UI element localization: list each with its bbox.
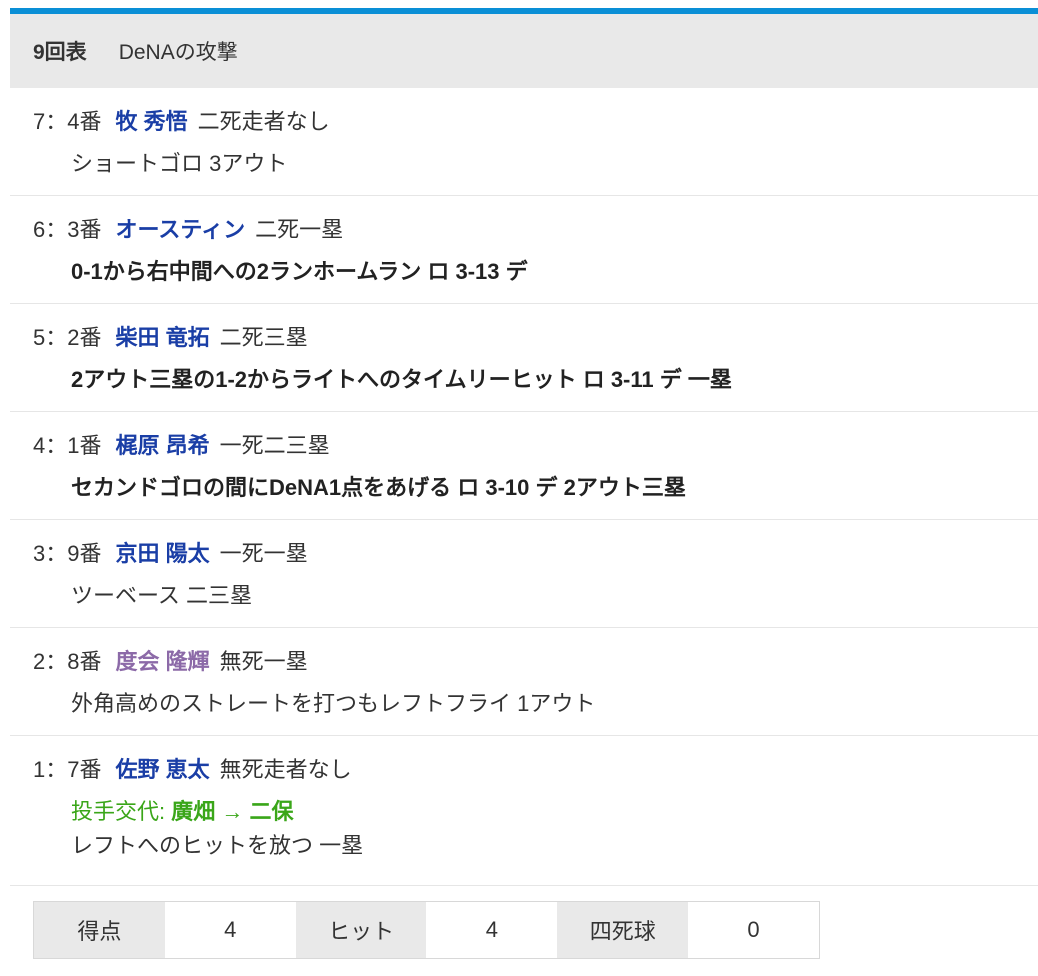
runner-situation: 二死一塁	[255, 217, 344, 242]
runs-value: 4	[164, 902, 296, 958]
player-link[interactable]: 京田 陽太	[115, 541, 209, 566]
inning-label: 9回表	[33, 41, 87, 64]
player-link[interactable]: 佐野 恵太	[115, 757, 209, 782]
batter-order: 5：2番	[33, 325, 102, 350]
player-link[interactable]: 梶原 昂希	[115, 433, 209, 458]
runner-situation: 無死走者なし	[219, 757, 352, 782]
runs-label: 得点	[34, 902, 165, 958]
play-result: レフトへのヒットを放つ 一塁	[71, 833, 364, 858]
play-item: 4：1番 梶原 昂希 一死二三塁 セカンドゴロの間にDeNA1点をあげる ロ 3-1…	[10, 412, 1038, 520]
play-result: 0-1から右中間への2ランホームラン ロ 3-13 デ	[71, 259, 528, 284]
pitcher-change-note: 投手交代: 廣畑 → 二保	[71, 797, 293, 827]
hits-value: 4	[426, 902, 558, 958]
play-result: 外角高めのストレートを打つもレフトフライ 1アウト	[71, 691, 596, 716]
play-result: セカンドゴロの間にDeNA1点をあげる ロ 3-10 デ 2アウト三塁	[71, 475, 686, 500]
batter-order: 4：1番	[33, 433, 102, 458]
player-link[interactable]: 牧 秀悟	[115, 109, 187, 134]
play-result: 2アウト三塁の1-2からライトへのタイムリーヒット ロ 3-11 デ 一塁	[71, 367, 732, 392]
runner-situation: 一死二三塁	[219, 433, 330, 458]
walks-label: 四死球	[557, 902, 689, 958]
play-result: ツーベース 二三塁	[71, 583, 253, 608]
play-item: 6：3番 オースティン 二死一塁 0-1から右中間への2ランホームラン ロ 3-13…	[10, 196, 1038, 304]
play-item: 5：2番 柴田 竜拓 二死三塁 2アウト三塁の1-2からライトへのタイムリーヒット …	[10, 304, 1038, 412]
runner-situation: 一死一塁	[219, 541, 308, 566]
play-item: 3：9番 京田 陽太 一死一塁 ツーベース 二三塁	[10, 520, 1038, 628]
player-link[interactable]: オースティン	[115, 217, 245, 242]
runner-situation: 無死一塁	[219, 649, 308, 674]
runner-situation: 二死走者なし	[197, 109, 330, 134]
batter-order: 2：8番	[33, 649, 102, 674]
inning-stats-table: 得点 4 ヒット 4 四死球 0	[33, 901, 820, 959]
pitcher-change-label: 投手交代:	[71, 799, 166, 824]
batter-order: 3：9番	[33, 541, 102, 566]
pitcher-change-detail: 廣畑 → 二保	[171, 799, 294, 824]
player-link[interactable]: 柴田 竜拓	[115, 325, 209, 350]
attacking-team-label: DeNAの攻撃	[118, 41, 238, 64]
play-item: 7：4番牧 秀悟 二死走者なし ショートゴロ 3アウト	[10, 88, 1038, 196]
hits-label: ヒット	[295, 902, 427, 958]
batter-order: 1：7番	[33, 757, 102, 782]
batter-order: 6：3番	[33, 217, 102, 242]
inning-header: 9回表 DeNAの攻撃	[10, 14, 1038, 88]
batter-order: 7：4番	[33, 109, 102, 134]
play-result: ショートゴロ 3アウト	[71, 151, 288, 176]
play-item: 1：7番 佐野 恵太 無死走者なし 投手交代: 廣畑 → 二保 レフトへのヒットを放…	[10, 736, 1038, 886]
walks-value: 0	[688, 902, 819, 958]
runner-situation: 二死三塁	[219, 325, 308, 350]
player-link[interactable]: 度会 隆輝	[115, 649, 209, 674]
play-item: 2：8番 度会 隆輝 無死一塁 外角高めのストレートを打つもレフトフライ 1アウト	[10, 628, 1038, 736]
